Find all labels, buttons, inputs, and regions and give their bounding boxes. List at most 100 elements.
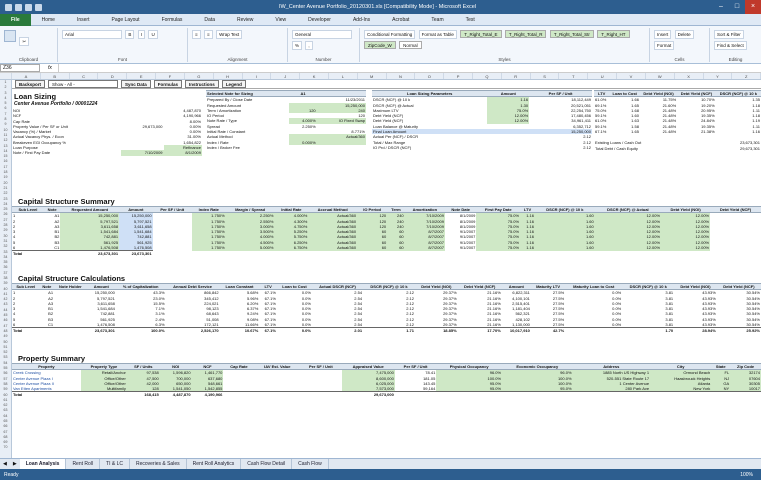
column-header[interactable]: Y bbox=[704, 73, 733, 79]
total-cell[interactable]: 10.67% bbox=[219, 327, 260, 334]
sheet-tab-rent-roll-analytics[interactable]: Rent Roll Analytics bbox=[187, 459, 242, 469]
total-cell[interactable] bbox=[394, 391, 437, 398]
total-cell[interactable]: Total bbox=[12, 250, 44, 257]
paste-icon[interactable] bbox=[4, 30, 16, 42]
column-header[interactable]: T bbox=[559, 73, 589, 79]
sheet-tab-loan-analysis[interactable]: Loan Analysis bbox=[19, 459, 67, 469]
column-header[interactable]: H bbox=[214, 73, 243, 79]
total-cell[interactable]: 25.92% bbox=[716, 327, 761, 334]
column-header[interactable]: F bbox=[156, 73, 185, 79]
total-cell[interactable]: Total bbox=[12, 327, 40, 334]
cell[interactable]: IO Prd / DSCR (NCF) bbox=[372, 145, 487, 150]
total-cell[interactable]: 100.0% bbox=[115, 327, 166, 334]
total-cell[interactable]: 0.0% bbox=[276, 327, 312, 334]
close-icon[interactable]: × bbox=[745, 0, 761, 14]
cell[interactable]: 67.1% bbox=[594, 129, 609, 134]
cell[interactable] bbox=[289, 145, 316, 150]
italic-button[interactable]: I bbox=[137, 30, 146, 39]
column-header[interactable]: X bbox=[675, 73, 704, 79]
row-number[interactable]: 70 bbox=[0, 445, 11, 450]
style-box[interactable]: T_Right_Total_R bbox=[504, 30, 547, 38]
undo-icon[interactable] bbox=[25, 3, 32, 11]
column-header[interactable]: S bbox=[531, 73, 560, 79]
tab-team[interactable]: Team bbox=[420, 14, 454, 26]
cell[interactable]: 1.16 bbox=[520, 245, 535, 251]
total-cell[interactable]: Total bbox=[12, 391, 81, 398]
cell[interactable]: 7/10/2009 bbox=[121, 150, 164, 156]
instructions-button[interactable]: Instructions bbox=[185, 80, 219, 88]
font-name-select[interactable]: Arial bbox=[62, 30, 122, 39]
total-cell[interactable]: 42.7% bbox=[530, 327, 566, 334]
tab-home[interactable]: Home bbox=[31, 14, 66, 26]
total-cell[interactable]: 28.94% bbox=[674, 327, 717, 334]
tab-test[interactable]: Test bbox=[455, 14, 486, 26]
cell[interactable]: 6.750% bbox=[274, 245, 309, 251]
sync-data-button[interactable]: Sync Data bbox=[121, 80, 151, 88]
sheet-tab-cash-flow-detail[interactable]: Cash Flow Detail bbox=[241, 459, 293, 469]
total-cell[interactable] bbox=[565, 327, 623, 334]
select-all-corner[interactable] bbox=[0, 73, 12, 79]
column-header[interactable]: G bbox=[185, 73, 214, 79]
cell[interactable]: 2.12 bbox=[529, 145, 592, 150]
tab-acrobat[interactable]: Acrobat bbox=[381, 14, 420, 26]
column-header[interactable]: N bbox=[387, 73, 416, 79]
tab-insert[interactable]: Insert bbox=[66, 14, 101, 26]
total-cell[interactable] bbox=[300, 391, 342, 398]
tab-developer[interactable]: Developer bbox=[297, 14, 342, 26]
tab-view[interactable]: View bbox=[264, 14, 297, 26]
bold-button[interactable]: B bbox=[125, 30, 135, 39]
total-cell[interactable]: 23,673,301 bbox=[119, 250, 153, 257]
total-cell[interactable] bbox=[39, 327, 55, 334]
conditional-formatting-button[interactable]: Conditional Formatting bbox=[364, 30, 416, 39]
insert-cells-button[interactable]: Insert bbox=[654, 30, 672, 39]
backsport-button[interactable]: Backsport bbox=[15, 80, 46, 88]
align-center-icon[interactable]: ≡ bbox=[204, 30, 213, 39]
style-box[interactable]: Normal bbox=[399, 41, 422, 49]
name-box[interactable]: Z36 bbox=[0, 64, 40, 72]
column-header[interactable]: K bbox=[300, 73, 329, 79]
column-header[interactable]: D bbox=[98, 73, 128, 79]
align-left-icon[interactable]: ≡ bbox=[192, 30, 201, 39]
column-header[interactable]: B bbox=[41, 73, 70, 79]
column-header[interactable]: W bbox=[646, 73, 675, 79]
redo-icon[interactable] bbox=[35, 3, 42, 11]
column-header[interactable]: C bbox=[70, 73, 99, 79]
cell[interactable]: 60 bbox=[357, 245, 388, 251]
column-header[interactable]: Z bbox=[732, 73, 761, 79]
underline-button[interactable]: U bbox=[148, 30, 158, 39]
last-sheet-icon[interactable]: ▶ bbox=[10, 461, 20, 467]
total-cell[interactable]: 18.85% bbox=[415, 327, 458, 334]
total-cell[interactable] bbox=[223, 391, 255, 398]
tab-page-layout[interactable]: Page Layout bbox=[100, 14, 150, 26]
total-cell[interactable]: 4,190,966 bbox=[191, 391, 224, 398]
cell[interactable]: 75.0% bbox=[476, 245, 521, 251]
sheet-tab-recoveries-sales[interactable]: Recoveries & Sales bbox=[130, 459, 187, 469]
percent-button[interactable]: % bbox=[292, 41, 303, 50]
cell[interactable]: 12.00% bbox=[594, 245, 662, 251]
tab-file[interactable]: File bbox=[0, 13, 31, 26]
total-cell[interactable]: 1.70 bbox=[622, 327, 675, 334]
cell[interactable]: 5.000% bbox=[225, 245, 275, 251]
total-cell[interactable]: 1.71 bbox=[363, 327, 416, 334]
column-header[interactable]: M bbox=[358, 73, 387, 79]
save-icon[interactable] bbox=[15, 3, 22, 11]
column-header[interactable]: A bbox=[12, 73, 41, 79]
cell[interactable]: Note / First Pay Date bbox=[12, 150, 121, 155]
total-cell[interactable]: 168,415 bbox=[126, 391, 160, 398]
cell[interactable]: 8/1/2009 bbox=[163, 150, 202, 156]
total-cell[interactable]: 2.01 bbox=[311, 327, 364, 334]
legend-button[interactable]: Legend bbox=[221, 80, 246, 88]
tab-data[interactable]: Data bbox=[193, 14, 226, 26]
total-cell[interactable]: 67.1% bbox=[259, 327, 277, 334]
cut-button[interactable]: ✂ bbox=[19, 37, 30, 46]
formula-input[interactable] bbox=[57, 64, 761, 72]
column-header[interactable]: O bbox=[415, 73, 445, 79]
total-cell[interactable] bbox=[711, 391, 731, 398]
column-header[interactable]: Q bbox=[473, 73, 502, 79]
worksheet[interactable]: Backsport Show - All - Sync Data Formula… bbox=[12, 80, 761, 458]
format-as-table-button[interactable]: Format as Table bbox=[418, 30, 457, 39]
cell[interactable]: 1.60 bbox=[534, 245, 595, 251]
total-cell[interactable] bbox=[730, 391, 761, 398]
comma-button[interactable]: , bbox=[305, 41, 313, 50]
cell[interactable]: 1.16 bbox=[716, 129, 761, 134]
